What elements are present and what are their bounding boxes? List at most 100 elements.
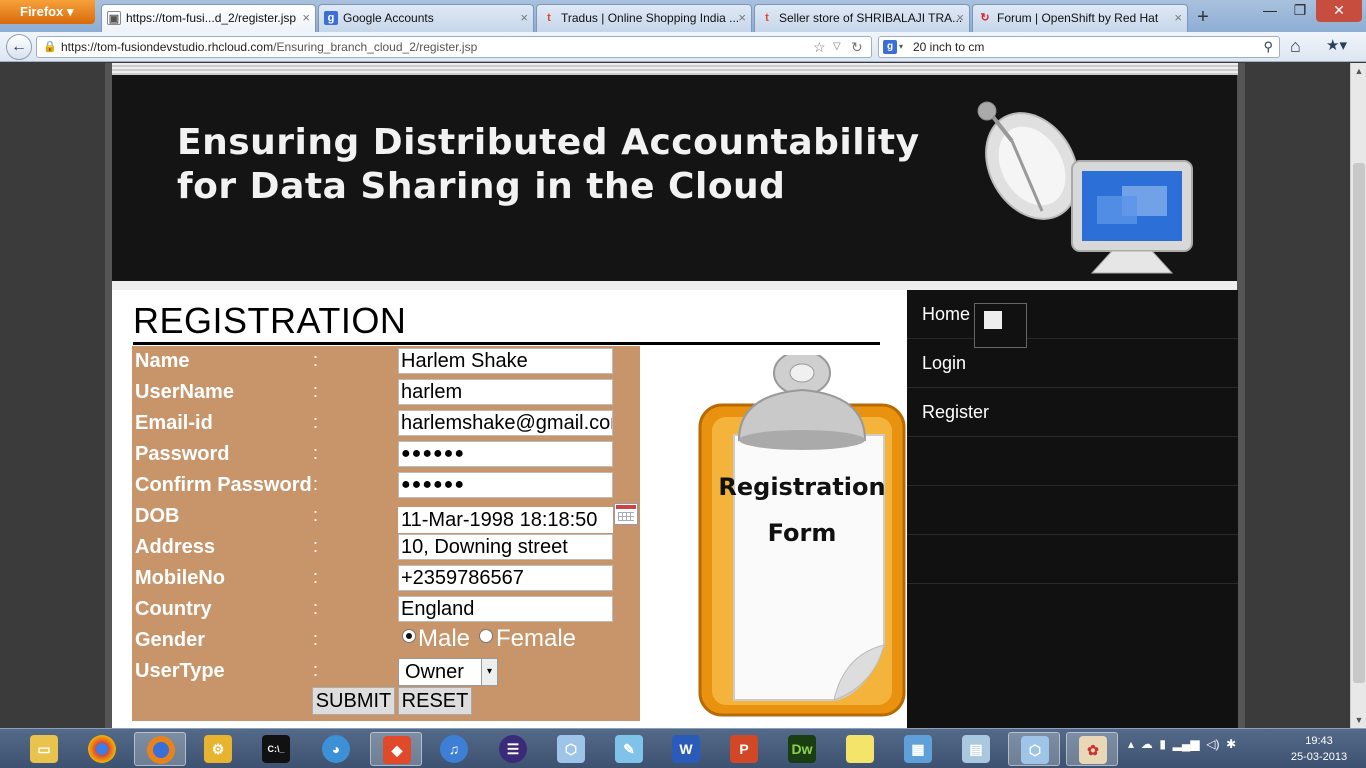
tab-openshift-forum[interactable]: ↻ Forum | OpenShift by Red Hat ×	[972, 4, 1188, 32]
scroll-down-icon[interactable]: ▼	[1351, 712, 1366, 728]
page-title: REGISTRATION	[133, 300, 407, 341]
form-row-username: UserName : harlem	[132, 377, 640, 408]
chrome-icon	[88, 735, 116, 763]
tab-google-accounts[interactable]: g Google Accounts ×	[318, 4, 534, 32]
system-tray[interactable]: ▴ ☁ ▮ ▂▄▆ ◁) ✱	[1128, 737, 1236, 751]
maximize-icon[interactable]: ❐	[1286, 0, 1314, 22]
firefox-menu-button[interactable]: Firefox ▾	[0, 0, 95, 24]
sticky-notes-icon	[846, 735, 874, 763]
tab-seller-store[interactable]: t Seller store of SHRIBALAJI TRA... ×	[754, 4, 970, 32]
virtualbox-taskbar-icon[interactable]: ⬡	[1008, 732, 1060, 766]
search-bar[interactable]: g ▾ 20 inch to cm ⚲	[878, 36, 1280, 58]
password-field[interactable]: ●●●●●●	[398, 441, 613, 467]
site-title: Ensuring Distributed Accountability for …	[177, 122, 920, 207]
calendar-icon[interactable]	[614, 503, 638, 525]
dreamweaver-icon: Dw	[788, 735, 816, 763]
tab-bar: Firefox ▾ ▣ https://tom-fusi...d_2/regis…	[0, 0, 1366, 32]
page-container: Ensuring Distributed Accountability for …	[105, 63, 1245, 728]
page-icon: ▣	[107, 11, 121, 25]
home-icon[interactable]: ⌂	[1290, 36, 1301, 57]
files-taskbar-icon[interactable]: ⚙	[192, 732, 244, 766]
tradus-icon: t	[765, 12, 769, 24]
title-divider	[133, 342, 880, 345]
address-field[interactable]: 10, Downing street	[398, 534, 613, 560]
google-icon: g	[324, 11, 338, 25]
name-field[interactable]: Harlem Shake	[398, 348, 613, 374]
tab-register[interactable]: ▣ https://tom-fusi...d_2/register.jsp ×	[101, 4, 316, 32]
sidebar-item-empty	[907, 437, 1238, 486]
sidebar-nav: Home Login Register	[907, 290, 1238, 728]
navigation-toolbar: ← 🔒 https://tom-fusiondevstudio.rhcloud.…	[0, 32, 1366, 62]
paint-taskbar-icon[interactable]: ✿	[1066, 732, 1118, 766]
word-taskbar-icon[interactable]: W	[660, 732, 712, 766]
chrome-taskbar-icon[interactable]	[76, 732, 128, 766]
chevron-down-icon[interactable]: ▾	[899, 37, 903, 57]
username-field[interactable]: harlem	[398, 379, 613, 405]
control-panel-taskbar-icon[interactable]: ▦	[892, 732, 944, 766]
powerpoint-taskbar-icon[interactable]: P	[718, 732, 770, 766]
git-taskbar-icon[interactable]: ◆	[370, 732, 422, 766]
mobile-field[interactable]: +2359786567	[398, 565, 613, 591]
firefox-taskbar-icon[interactable]	[134, 732, 186, 766]
sidebar-item-home[interactable]: Home	[907, 290, 1238, 348]
openshift-icon: ↻	[980, 12, 990, 24]
confirm-password-field[interactable]: ●●●●●●	[398, 472, 613, 498]
back-arrow-icon[interactable]: ←	[6, 34, 32, 60]
lock-icon: 🔒	[43, 41, 57, 53]
close-tab-icon[interactable]: ×	[1174, 5, 1182, 31]
windows-taskbar: ▭ ⚙ C:\_ ◕ ◆ ♫ ☰ ⬡ ✎ W P Dw ▦ ▤ ⬡ ✿ ▴ ☁ …	[0, 728, 1366, 768]
dob-field[interactable]: 11-Mar-1998 18:18:50	[398, 507, 613, 533]
close-tab-icon[interactable]: ×	[738, 5, 746, 31]
close-tab-icon[interactable]: ×	[302, 5, 310, 31]
folder-icon: ▭	[30, 735, 58, 763]
search-icon[interactable]: ⚲	[1263, 37, 1273, 57]
cube-taskbar-icon[interactable]: ⬡	[545, 732, 597, 766]
monitor-taskbar-icon[interactable]: ▤	[950, 732, 1002, 766]
registration-form: Name : Harlem Shake UserName : harlem Em…	[132, 346, 640, 721]
itunes-taskbar-icon[interactable]: ♫	[428, 732, 480, 766]
eclipse-taskbar-icon[interactable]: ☰	[487, 732, 539, 766]
git-icon: ◆	[383, 736, 411, 764]
cmd-taskbar-icon[interactable]: C:\_	[250, 732, 302, 766]
country-field[interactable]: England	[398, 596, 613, 622]
gender-male-radio[interactable]	[402, 629, 416, 643]
clipboard-title: Registration	[718, 473, 886, 501]
usertype-select[interactable]: Owner ▾	[398, 658, 498, 686]
gender-female-radio[interactable]	[479, 629, 493, 643]
close-tab-icon[interactable]: ×	[520, 5, 528, 31]
close-tab-icon[interactable]: ×	[956, 5, 964, 31]
new-tab-button[interactable]: +	[1190, 6, 1216, 30]
form-row-country: Country : England	[132, 594, 640, 625]
terminal-icon: C:\_	[262, 735, 290, 763]
chevron-down-icon[interactable]: ▽	[833, 37, 841, 57]
minimize-icon[interactable]: —	[1256, 0, 1284, 22]
sidebar-item-empty	[907, 535, 1238, 584]
sidebar-item-login[interactable]: Login	[907, 339, 1238, 388]
main-content: REGISTRATION Name : Harlem Shake UserNam…	[112, 290, 907, 728]
cube-icon: ⬡	[557, 735, 585, 763]
reload-icon[interactable]: ↻	[851, 37, 863, 57]
sticky-notes-taskbar-icon[interactable]	[834, 732, 886, 766]
paint-icon: ✿	[1079, 736, 1107, 764]
reset-button[interactable]: RESET	[398, 687, 472, 715]
app-taskbar-icon[interactable]: ◕	[310, 732, 362, 766]
monitor-icon: ▤	[962, 735, 990, 763]
scroll-up-icon[interactable]: ▲	[1351, 63, 1366, 79]
vertical-scrollbar[interactable]: ▲ ▼	[1350, 63, 1366, 728]
explorer-taskbar-icon[interactable]: ▭	[18, 732, 70, 766]
submit-button[interactable]: SUBMIT	[312, 687, 395, 715]
files-icon: ⚙	[204, 735, 232, 763]
scrollbar-thumb[interactable]	[1353, 163, 1365, 683]
word-icon: W	[672, 735, 700, 763]
bookmark-star-icon[interactable]: ☆	[813, 37, 826, 57]
tab-tradus[interactable]: t Tradus | Online Shopping India ... ×	[536, 4, 752, 32]
form-row-address: Address : 10, Downing street	[132, 532, 640, 563]
clock[interactable]: 19:43 25-03-2013	[1284, 733, 1354, 765]
close-window-icon[interactable]: ✕	[1316, 0, 1362, 22]
sidebar-item-register[interactable]: Register	[907, 388, 1238, 437]
dreamweaver-taskbar-icon[interactable]: Dw	[776, 732, 828, 766]
email-field[interactable]: harlemshake@gmail.com	[398, 410, 613, 436]
bookmarks-menu-icon[interactable]: ★▾	[1326, 36, 1347, 54]
notepad-taskbar-icon[interactable]: ✎	[603, 732, 655, 766]
url-bar[interactable]: 🔒 https://tom-fusiondevstudio.rhcloud.co…	[36, 36, 872, 58]
